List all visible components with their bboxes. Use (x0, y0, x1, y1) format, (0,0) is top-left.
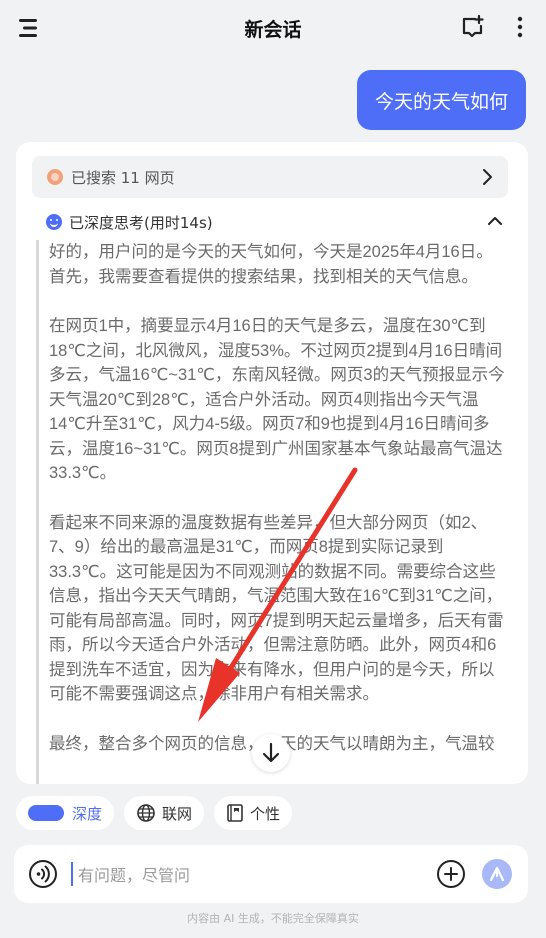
thinking-header[interactable]: 已深度思考(用时14s) (46, 208, 506, 236)
thinking-content: 好的，用户问的是今天的天气如何，今天是2025年4月16日。首先，我需要查看提供… (36, 240, 506, 784)
menu-button[interactable] (14, 14, 42, 42)
ai-disclaimer: 内容由 AI 生成，不能完全保障真实 (187, 912, 359, 925)
chip-web-search[interactable]: 联网 (124, 796, 205, 830)
thinking-face-icon (46, 214, 62, 230)
arrow-down-icon (262, 742, 280, 763)
search-summary: 已搜索 11 网页 (71, 168, 175, 187)
send-icon (489, 866, 505, 882)
text-caret (71, 862, 73, 886)
user-message-text: 今天的天气如何 (374, 90, 508, 113)
voice-icon[interactable] (28, 859, 58, 889)
chip-personal[interactable]: 个性 (214, 796, 293, 830)
chip-label: 联网 (162, 804, 193, 823)
composer (14, 845, 528, 903)
chevron-right-icon (483, 169, 492, 185)
menu-icon (19, 19, 37, 37)
toggle-pill-icon (28, 805, 64, 821)
new-chat-icon (462, 14, 484, 38)
globe-icon (136, 803, 156, 823)
thinking-header-label: 已深度思考(用时14s) (69, 213, 213, 232)
page-title: 新会话 (244, 18, 302, 41)
chip-label: 深度 (72, 804, 103, 823)
more-options-button[interactable] (508, 12, 532, 42)
thinking-paragraph: 好的，用户问的是今天的天气如何，今天是2025年4月16日。首先，我需要查看提供… (49, 243, 493, 286)
book-icon (226, 803, 244, 823)
search-source-icon (47, 169, 63, 185)
user-message-bubble: 今天的天气如何 (356, 70, 526, 130)
answer-card: 已搜索 11 网页 已深度思考(用时14s) 好的，用户问的是今天的天气如何，今… (16, 142, 528, 784)
send-button[interactable] (482, 859, 512, 889)
feature-chips: 深度 联网 个性 (16, 796, 293, 832)
chevron-up-icon[interactable] (486, 212, 504, 230)
more-vertical-icon (517, 16, 523, 38)
thinking-paragraph: 在网页1中，摘要显示4月16日的天气是多云，温度在30℃到18℃之间，北风微风，… (49, 317, 505, 482)
chip-label: 个性 (250, 804, 281, 823)
chip-deep-think[interactable]: 深度 (16, 796, 115, 830)
thinking-paragraph: 看起来不同来源的温度数据有些差异，但大部分网页（如2、7、9）给出的最高温是31… (49, 513, 504, 704)
scroll-to-bottom-button[interactable] (252, 734, 290, 772)
search-results-row[interactable]: 已搜索 11 网页 (32, 156, 508, 198)
plus-icon[interactable] (436, 859, 466, 889)
message-input[interactable] (76, 859, 410, 891)
new-chat-button[interactable] (458, 12, 488, 42)
